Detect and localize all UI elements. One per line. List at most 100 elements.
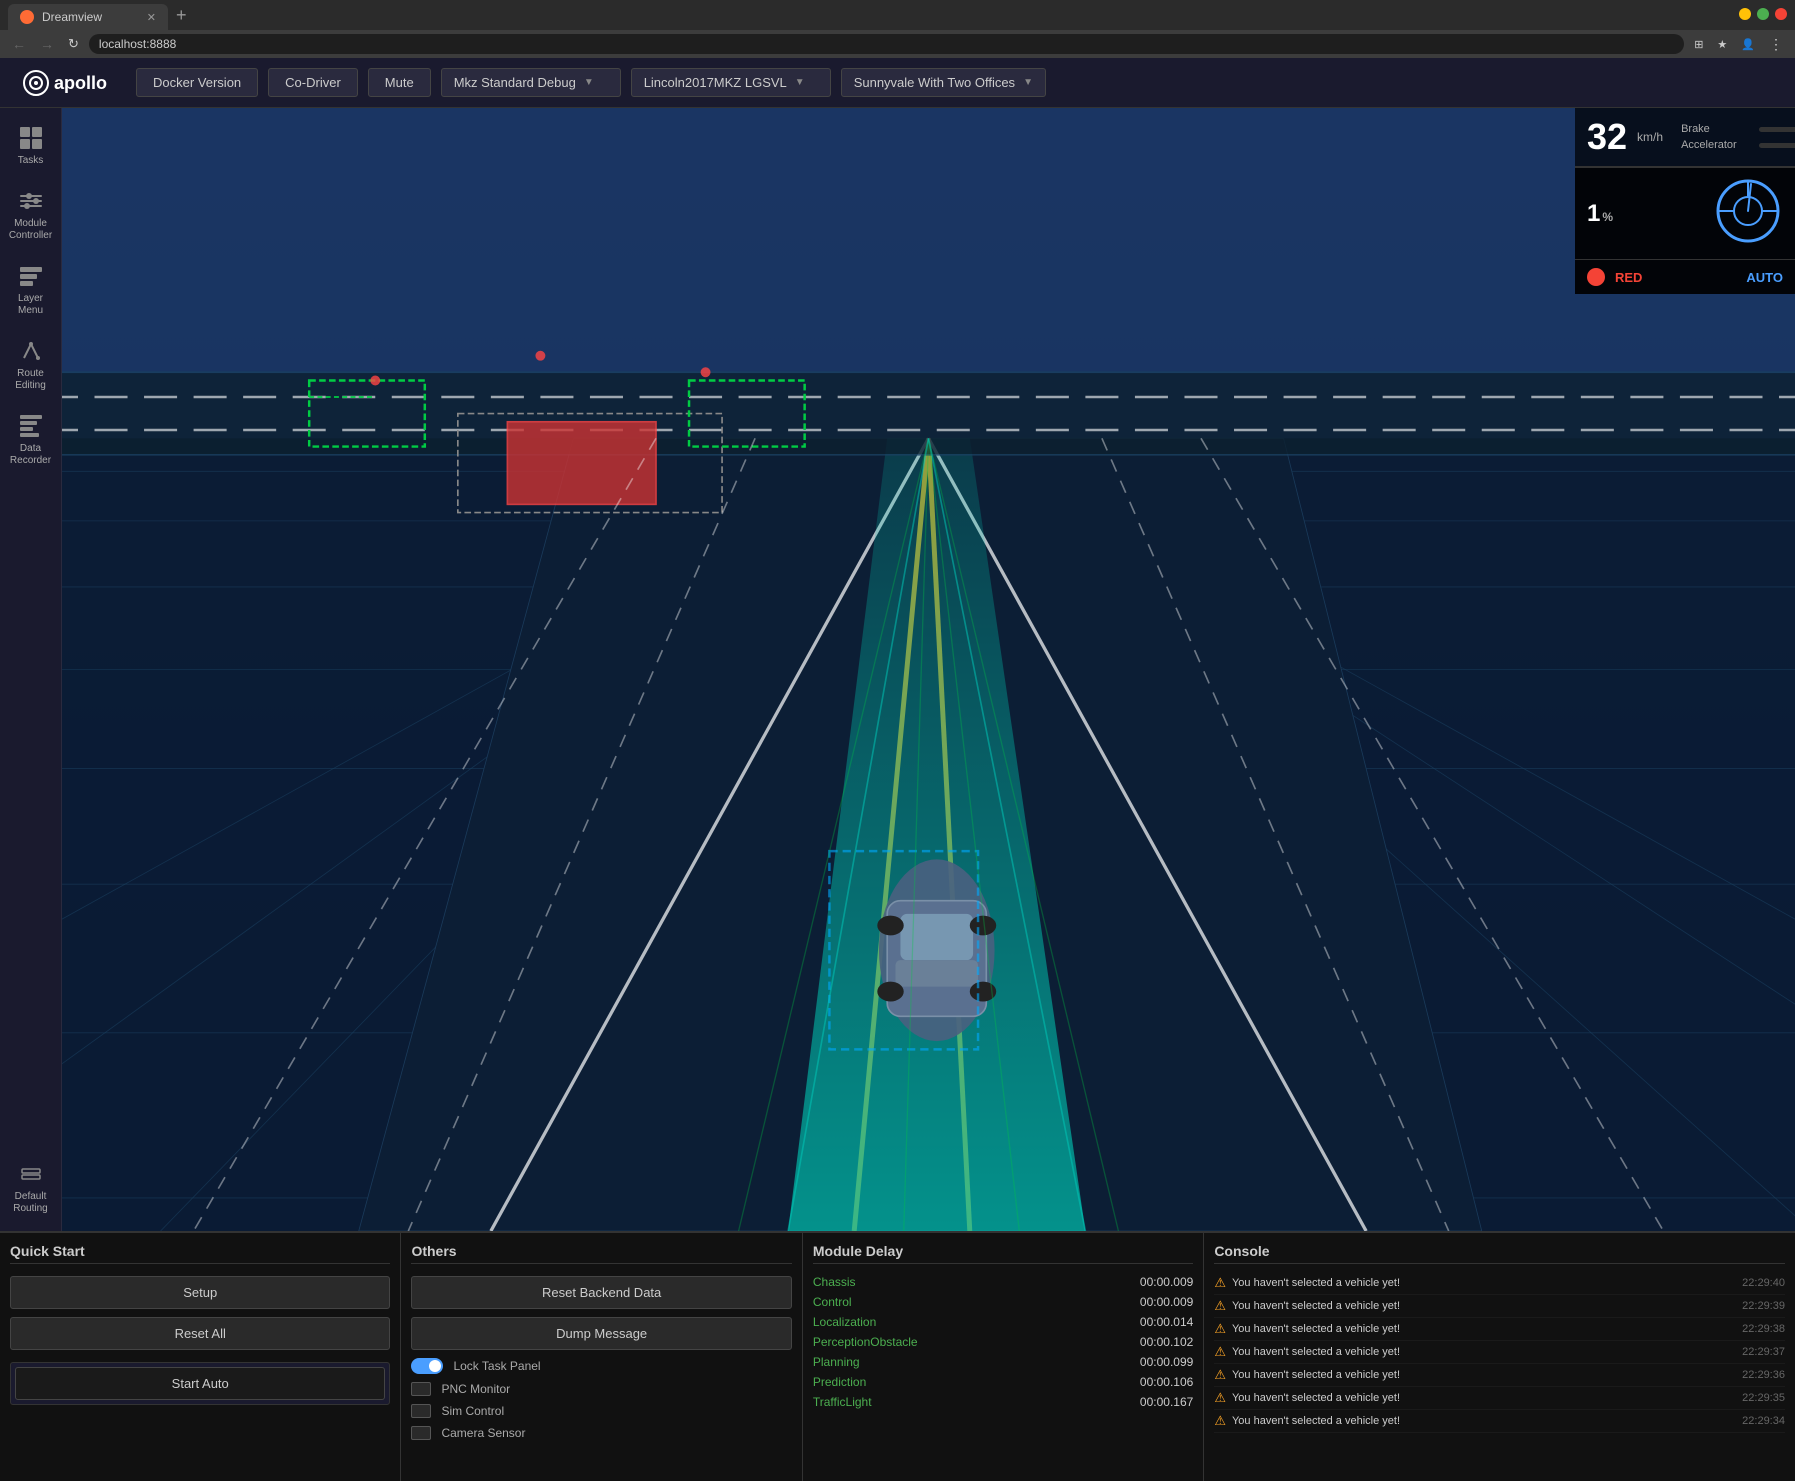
- svg-text:apollo: apollo: [54, 73, 107, 93]
- sim-control-checkbox[interactable]: [411, 1404, 431, 1418]
- camera-sensor-label: Camera Sensor: [441, 1426, 525, 1440]
- simulation-view: [62, 108, 1795, 1231]
- module-row: Control00:00.009: [813, 1292, 1193, 1312]
- signal-panel: RED AUTO: [1575, 259, 1795, 294]
- setup-button[interactable]: Setup: [10, 1276, 390, 1309]
- module-delay-panel: Module Delay Chassis00:00.009Control00:0…: [803, 1233, 1204, 1481]
- new-tab-button[interactable]: +: [168, 4, 195, 26]
- steering-wheel: [1713, 176, 1783, 251]
- docker-version-button[interactable]: Docker Version: [136, 68, 258, 97]
- tab-title: Dreamview: [42, 10, 102, 24]
- forward-button[interactable]: →: [36, 34, 58, 54]
- console-row: ⚠You haven't selected a vehicle yet!22:2…: [1214, 1410, 1785, 1433]
- sidebar-item-module-controller[interactable]: ModuleController: [3, 179, 59, 250]
- apollo-logo-svg: apollo: [20, 67, 110, 99]
- back-button[interactable]: ←: [8, 34, 30, 54]
- hud-overlay: 32 km/h Brake 0%: [1575, 108, 1795, 294]
- lock-task-panel-label: Lock Task Panel: [453, 1359, 540, 1373]
- mute-button[interactable]: Mute: [368, 68, 431, 97]
- minimize-button[interactable]: [1739, 8, 1751, 20]
- sidebar-item-default-routing[interactable]: Default Routing: [3, 1152, 59, 1223]
- browser-tab[interactable]: Dreamview ✕: [8, 4, 168, 30]
- auto-button[interactable]: AUTO: [1746, 270, 1783, 285]
- co-driver-button[interactable]: Co-Driver: [268, 68, 358, 97]
- accelerator-bar: [1759, 143, 1795, 148]
- pnc-monitor-row: PNC Monitor: [411, 1378, 791, 1400]
- signal-dot: [1587, 268, 1605, 286]
- sim-control-row: Sim Control: [411, 1400, 791, 1422]
- close-button[interactable]: [1775, 8, 1787, 20]
- console-panel: Console ⚠You haven't selected a vehicle …: [1204, 1233, 1795, 1481]
- reset-all-button[interactable]: Reset All: [10, 1317, 390, 1350]
- sidebar-default-routing-label: Default Routing: [7, 1191, 55, 1215]
- tab-favicon: [20, 10, 34, 24]
- start-auto-container: Start Auto: [10, 1362, 390, 1405]
- speed-value: 32: [1587, 116, 1627, 158]
- apollo-logo: apollo: [20, 67, 110, 99]
- reset-backend-button[interactable]: Reset Backend Data: [411, 1276, 791, 1309]
- module-controller-icon: [17, 187, 45, 215]
- sidebar-item-data-recorder[interactable]: DataRecorder: [3, 404, 59, 475]
- tasks-icon: [17, 124, 45, 152]
- data-recorder-icon: [17, 412, 45, 440]
- steering-display: 1 %: [1587, 200, 1613, 228]
- sidebar-tasks-label: Tasks: [18, 155, 44, 167]
- default-routing-icon: [17, 1160, 45, 1188]
- speed-unit: km/h: [1637, 128, 1663, 146]
- module-row: TrafficLight00:00.167: [813, 1392, 1193, 1412]
- sidebar-item-layer-menu[interactable]: LayerMenu: [3, 254, 59, 325]
- sidebar-item-tasks[interactable]: Tasks: [3, 116, 59, 175]
- dump-message-button[interactable]: Dump Message: [411, 1317, 791, 1350]
- speed-panel: 32 km/h Brake 0%: [1575, 108, 1795, 167]
- sidebar-route-label: Route Editing: [7, 368, 55, 392]
- map-select[interactable]: Sunnyvale With Two Offices ▼: [841, 68, 1046, 97]
- console-row: ⚠You haven't selected a vehicle yet!22:2…: [1214, 1318, 1785, 1341]
- console-row: ⚠You haven't selected a vehicle yet!22:2…: [1214, 1272, 1785, 1295]
- console-row: ⚠You haven't selected a vehicle yet!22:2…: [1214, 1387, 1785, 1410]
- signal-label: RED: [1615, 270, 1642, 285]
- maximize-button[interactable]: [1757, 8, 1769, 20]
- address-bar[interactable]: [89, 34, 1684, 54]
- pnc-monitor-label: PNC Monitor: [441, 1382, 510, 1396]
- sidebar-item-route-editing[interactable]: Route Editing: [3, 329, 59, 400]
- console-row: ⚠You haven't selected a vehicle yet!22:2…: [1214, 1295, 1785, 1318]
- console-title: Console: [1214, 1243, 1785, 1264]
- menu-button[interactable]: ⋮: [1765, 34, 1787, 55]
- sidebar-layer-label: LayerMenu: [18, 293, 43, 317]
- vehicle-mode-select[interactable]: Mkz Standard Debug ▼: [441, 68, 621, 97]
- close-tab-icon[interactable]: ✕: [147, 11, 156, 24]
- module-row: Planning00:00.099: [813, 1352, 1193, 1372]
- quick-start-title: Quick Start: [10, 1243, 390, 1264]
- others-title: Others: [411, 1243, 791, 1264]
- console-row: ⚠You haven't selected a vehicle yet!22:2…: [1214, 1364, 1785, 1387]
- map-arrow: ▼: [1023, 77, 1033, 88]
- layer-menu-icon: [17, 262, 45, 290]
- sidebar-module-label: ModuleController: [9, 218, 52, 242]
- bookmarks-button[interactable]: ★: [1713, 36, 1731, 53]
- accelerator-label: Accelerator: [1681, 139, 1751, 151]
- extensions-button[interactable]: ⊞: [1690, 36, 1707, 53]
- module-row: PerceptionObstacle00:00.102: [813, 1332, 1193, 1352]
- start-auto-button[interactable]: Start Auto: [15, 1367, 385, 1400]
- route-editing-icon: [17, 337, 45, 365]
- profile-button[interactable]: 👤: [1737, 36, 1759, 53]
- vehicle-model-select[interactable]: Lincoln2017MKZ LGSVL ▼: [631, 68, 831, 97]
- refresh-button[interactable]: ↻: [64, 34, 83, 54]
- pnc-monitor-checkbox[interactable]: [411, 1382, 431, 1396]
- gauge-panel: Brake 0% Accelerator 0%: [1673, 117, 1795, 157]
- module-row: Localization00:00.014: [813, 1312, 1193, 1332]
- lock-task-panel-row: Lock Task Panel: [411, 1354, 791, 1378]
- lock-task-panel-toggle[interactable]: [411, 1358, 443, 1374]
- camera-sensor-row: Camera Sensor: [411, 1422, 791, 1444]
- quick-start-panel: Quick Start Setup Reset All Start Auto: [0, 1233, 401, 1481]
- module-row: Prediction00:00.106: [813, 1372, 1193, 1392]
- sidebar-data-label: DataRecorder: [10, 443, 51, 467]
- vehicle-mode-arrow: ▼: [584, 77, 594, 88]
- others-panel: Others Reset Backend Data Dump Message L…: [401, 1233, 802, 1481]
- window-controls: [1739, 8, 1787, 20]
- console-row: ⚠You haven't selected a vehicle yet!22:2…: [1214, 1341, 1785, 1364]
- steering-panel: 1 %: [1575, 167, 1795, 259]
- brake-bar: [1759, 127, 1795, 132]
- vehicle-model-arrow: ▼: [795, 77, 805, 88]
- camera-sensor-checkbox[interactable]: [411, 1426, 431, 1440]
